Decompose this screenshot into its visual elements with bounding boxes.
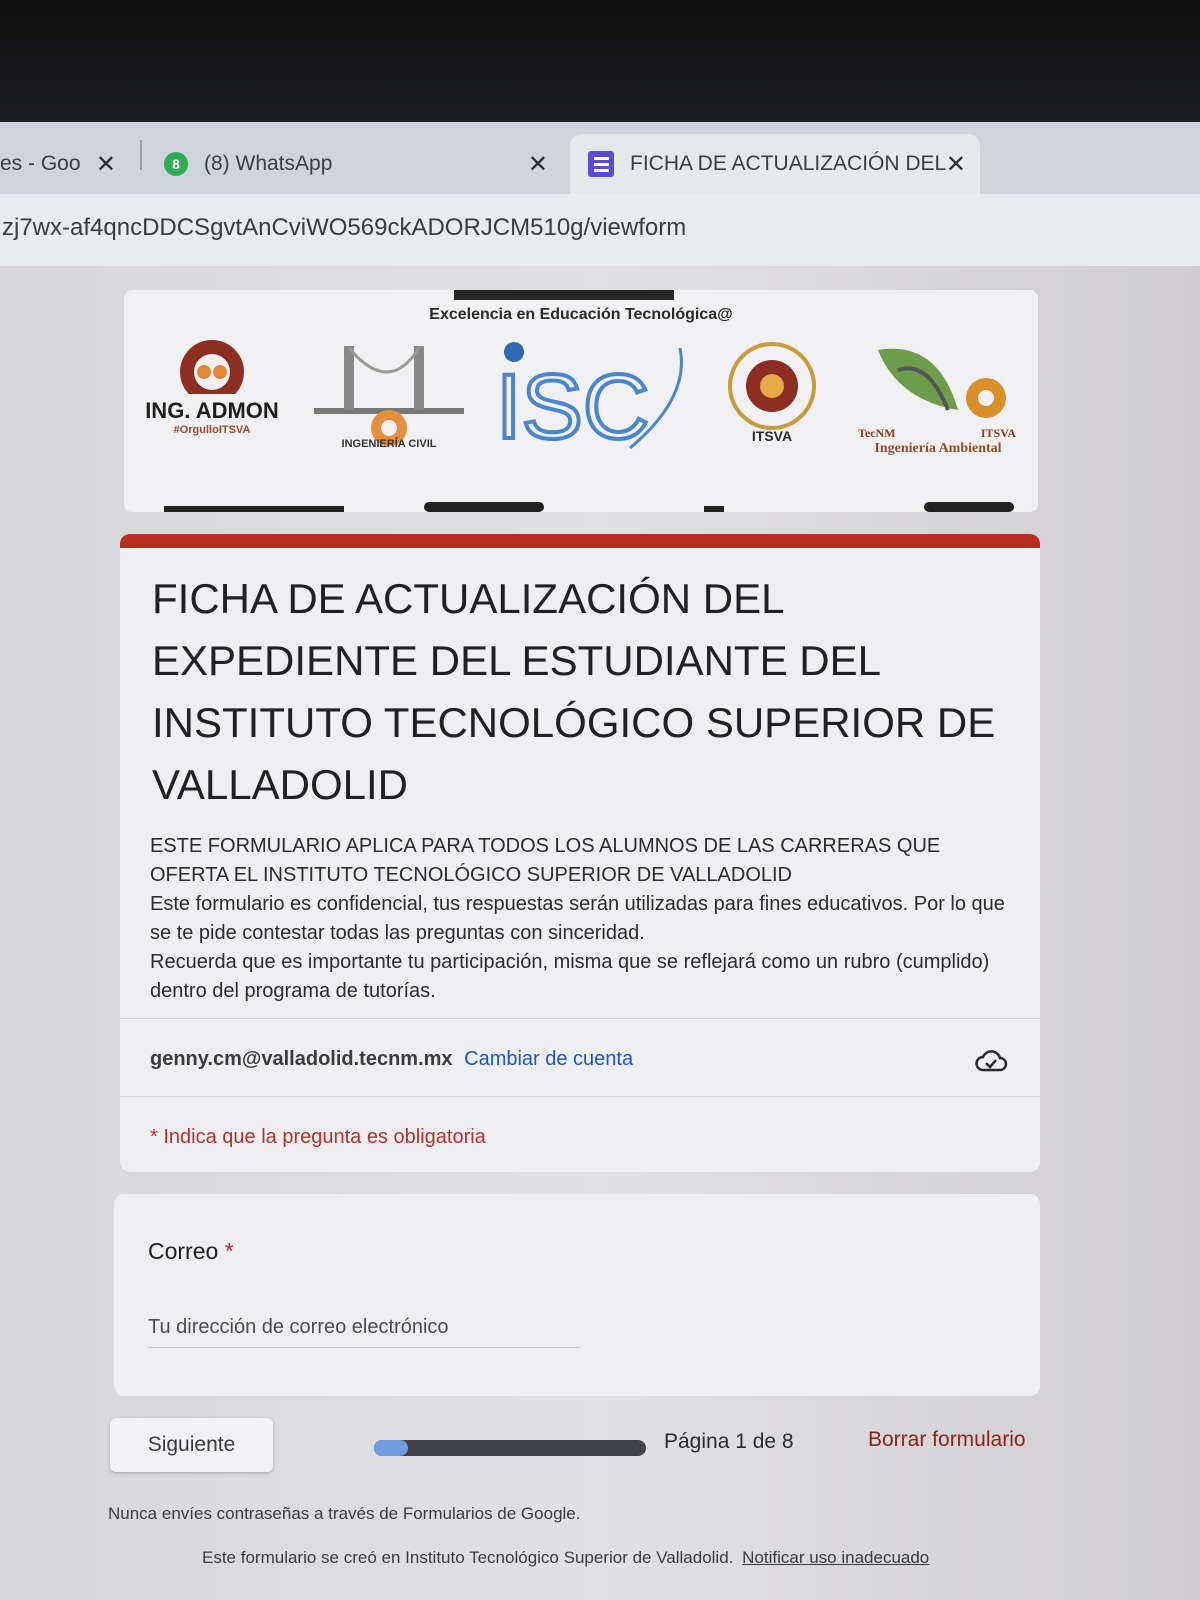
tab-label: es - Goo xyxy=(0,152,81,175)
address-bar[interactable]: zj7wx-af4qncDDCSgvtAnCviWO569ckADORJCM51… xyxy=(0,194,1200,266)
form-page: Excelencia en Educación Tecnológica@ ING… xyxy=(0,266,1200,1600)
close-icon[interactable]: ✕ xyxy=(528,150,548,179)
progress-fill xyxy=(374,1440,408,1456)
banner-decoration xyxy=(454,290,674,300)
question-label: Correo * xyxy=(148,1238,234,1264)
header-banner: Excelencia en Educación Tecnológica@ ING… xyxy=(124,290,1038,512)
report-abuse-link[interactable]: Notificar uso inadecuado xyxy=(742,1548,929,1567)
form-header-card: FICHA DE ACTUALIZACIÓN DEL EXPEDIENTE DE… xyxy=(120,534,1040,1172)
banner-decoration xyxy=(164,502,1014,512)
ingenieria-industrial-logo: ITSVA xyxy=(708,342,836,444)
ingenieria-civil-logo: INGENIERÍA CIVIL xyxy=(304,336,474,450)
form-title: FICHA DE ACTUALIZACIÓN DEL EXPEDIENTE DE… xyxy=(152,575,996,808)
whatsapp-icon: 8 xyxy=(164,152,188,176)
page-indicator: Página 1 de 8 xyxy=(664,1430,794,1453)
isc-logo: ISC xyxy=(490,338,690,458)
ingenieria-ambiental-logo: TecNM ITSVA Ingeniería Ambiental xyxy=(858,340,1018,457)
form-description: ESTE FORMULARIO APLICA PARA TODOS LOS AL… xyxy=(150,832,1010,1006)
description-paragraph: Este formulario es confidencial, tus res… xyxy=(150,893,1005,944)
banner-slogan: Excelencia en Educación Tecnológica@ xyxy=(429,306,733,323)
cloud-saved-icon xyxy=(975,1050,1008,1072)
close-icon[interactable]: ✕ xyxy=(96,150,116,179)
tab-label: FICHA DE ACTUALIZACIÓN DEL xyxy=(630,152,947,175)
url-text[interactable]: zj7wx-af4qncDDCSgvtAnCviWO569ckADORJCM51… xyxy=(2,214,686,242)
question-card: Correo * xyxy=(114,1194,1040,1396)
password-warning: Nunca envíes contraseñas a través de For… xyxy=(108,1504,581,1523)
divider xyxy=(120,1018,1040,1019)
description-paragraph: ESTE FORMULARIO APLICA PARA TODOS LOS AL… xyxy=(150,835,941,886)
tab-whatsapp[interactable]: 8 (8) WhatsApp ✕ xyxy=(152,134,562,194)
switch-account-link[interactable]: Cambiar de cuenta xyxy=(464,1048,633,1070)
progress-bar xyxy=(374,1440,646,1456)
close-icon[interactable]: ✕ xyxy=(946,150,966,179)
tab-strip: es - Goo ✕ 8 (8) WhatsApp ✕ FICHA DE ACT… xyxy=(0,122,1200,295)
next-button[interactable]: Siguiente xyxy=(110,1418,273,1472)
account-email: genny.cm@valladolid.tecnm.mx xyxy=(150,1048,453,1070)
clear-form-link[interactable]: Borrar formulario xyxy=(868,1428,1026,1452)
tab-label: (8) WhatsApp xyxy=(204,152,333,175)
ing-admon-logo: ING. ADMON #OrgulloITSVA xyxy=(138,334,286,436)
tab-form[interactable]: FICHA DE ACTUALIZACIÓN DEL ✕ xyxy=(570,134,980,194)
created-by-text: Este formulario se creó en Instituto Tec… xyxy=(202,1548,734,1567)
divider xyxy=(120,1096,1040,1097)
required-mark: * xyxy=(224,1238,234,1264)
email-input[interactable] xyxy=(148,1308,580,1348)
description-paragraph: Recuerda que es importante tu participac… xyxy=(150,951,990,1002)
tab-google[interactable]: es - Goo ✕ xyxy=(0,134,130,194)
screen-bezel xyxy=(0,0,1200,122)
svg-text:ISC: ISC xyxy=(496,356,649,458)
footer-legal: Este formulario se creó en Instituto Tec… xyxy=(202,1548,929,1568)
required-note: * Indica que la pregunta es obligatoria xyxy=(150,1126,486,1148)
account-row: genny.cm@valladolid.tecnm.mx Cambiar de … xyxy=(150,1048,633,1071)
tab-separator xyxy=(140,140,142,170)
google-forms-icon xyxy=(588,151,614,177)
